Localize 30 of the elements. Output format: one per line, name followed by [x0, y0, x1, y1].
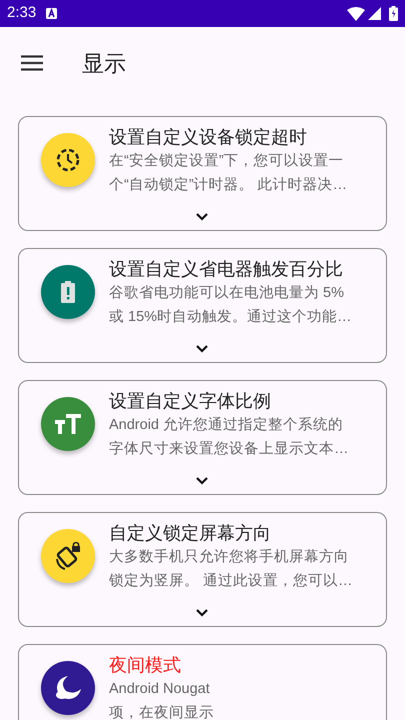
card-description: 谷歌省电功能可以在电池电量为 5% 或 15%时自动触发。通过这个功能… — [109, 284, 352, 327]
card-title: 设置自定义省电器触发百分比 — [109, 258, 344, 281]
chevron-down-icon[interactable] — [196, 213, 208, 221]
setting-card[interactable]: 设置自定义省电器触发百分比 谷歌省电功能可以在电池电量为 5% 或 15%时自动触发。通过这个功能… — [18, 248, 387, 363]
status-time: 2:33 — [7, 3, 36, 24]
chevron-down-icon[interactable] — [196, 345, 208, 353]
card-title: 设置自定义设备锁定超时 — [109, 126, 308, 149]
battery-icon — [389, 6, 398, 21]
wifi-icon — [347, 6, 365, 20]
chevron-down-icon[interactable] — [196, 477, 208, 485]
rotation-lock-icon — [54, 542, 82, 570]
battery-alert-icon — [61, 281, 75, 303]
clock-icon — [56, 148, 80, 172]
card-description: 大多数手机只允许您将手机屏幕方向 锁定为竖屏。 通过此设置，您可以… — [109, 548, 353, 591]
card-description: 在“安全锁定设置”下，您可以设置一 个“自动锁定”计时器。 此计时器决… — [109, 152, 348, 195]
setting-card[interactable]: 设置自定义设备锁定超时 在“安全锁定设置”下，您可以设置一 个“自动锁定”计时器。 此计时器决… — [18, 116, 387, 231]
card-description: Android Nougat 项，在夜间显示 — [109, 680, 214, 720]
setting-card[interactable]: 自定义锁定屏幕方向 大多数手机只允许您将手机屏幕方向 锁定为竖屏。 通过此设置，您可以… — [18, 512, 387, 627]
chevron-down-icon[interactable] — [196, 609, 208, 617]
card-title: 自定义锁定屏幕方向 — [109, 522, 272, 545]
card-title: 夜间模式 — [109, 654, 182, 677]
signal-icon — [368, 7, 381, 20]
card-description: Android 允许您通过指定整个系统的 字体尺寸来设置您设备上显示文本… — [109, 416, 348, 459]
setting-card[interactable]: 夜间模式 Android Nougat 项，在夜间显示 — [18, 644, 387, 720]
setting-card[interactable]: 设置自定义字体比例 Android 允许您通过指定整个系统的 字体尺寸来设置您设备上显示文本… — [18, 380, 387, 495]
notification-icon — [46, 8, 58, 19]
moon-icon — [54, 675, 82, 701]
text-size-icon — [54, 414, 82, 434]
card-title: 设置自定义字体比例 — [109, 390, 272, 413]
page-title: 显示 — [82, 50, 126, 78]
